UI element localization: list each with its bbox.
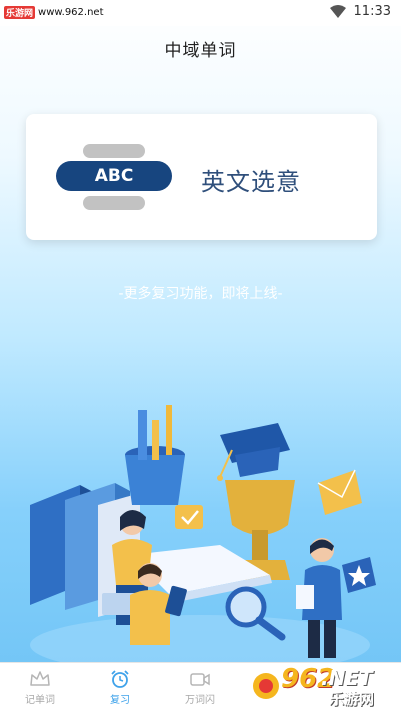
tab-word-flash-label: 万词闪 [185, 695, 215, 706]
pencil-cup-icon [125, 405, 185, 505]
watermark: 乐游网 www.962.net [4, 6, 104, 19]
abc-icon: ABC [56, 144, 172, 210]
star-badge-icon [342, 557, 376, 593]
tab-review[interactable]: 复习 [80, 663, 160, 710]
mode-card-label: 英文选意 [201, 168, 301, 196]
crown-icon [30, 671, 50, 686]
watermark-url: www.962.net [38, 7, 104, 18]
status-icons: 11:33 [329, 4, 391, 19]
status-time: 11:33 [353, 4, 391, 19]
abc-icon-pill: ABC [56, 161, 172, 191]
graduation-cap-icon [217, 423, 290, 481]
tab-memorize[interactable]: 记单词 [0, 663, 80, 710]
envelope-icon [317, 469, 362, 515]
abc-icon-bar-top [83, 144, 145, 158]
watermark-badge-net: .NET [321, 666, 373, 690]
watermark-logo: 乐游网 [4, 6, 36, 19]
abc-icon-bar-bottom [83, 196, 145, 210]
study-illustration [30, 405, 376, 663]
tab-memorize-label: 记单词 [25, 695, 55, 706]
review-screen: 乐游网 www.962.net 11:33 中域单词 ABC 英文选意 -更多复… [0, 0, 401, 710]
status-bar: 乐游网 www.962.net 11:33 [0, 0, 401, 26]
tab-word-flash[interactable]: 万词闪 [160, 663, 240, 710]
video-icon [190, 673, 210, 686]
coming-soon-tip: -更多复习功能，即将上线- [118, 286, 283, 302]
mode-card-english-meaning[interactable]: ABC 英文选意 [26, 114, 377, 240]
check-card-icon [175, 505, 203, 529]
watermark-badge-cn: 乐游网 [329, 690, 375, 708]
page-title: 中域单词 [164, 41, 237, 61]
wifi-icon [329, 5, 346, 18]
watermark-badge-logo [253, 673, 279, 699]
alarm-clock-icon [111, 670, 129, 688]
watermark-badge: 962 .NET 乐游网 [253, 664, 399, 708]
tab-review-label: 复习 [110, 695, 130, 706]
